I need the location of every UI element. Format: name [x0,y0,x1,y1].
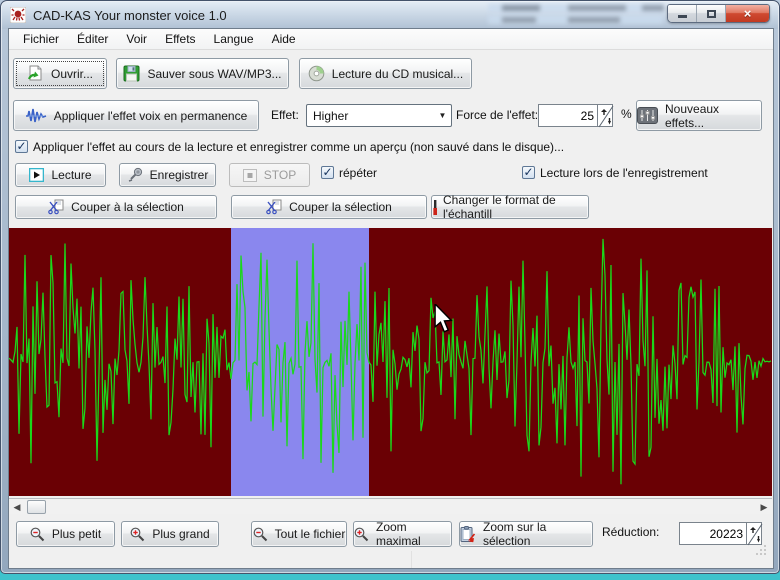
apply-effect-button[interactable]: Appliquer l'effet voix en permanence [13,100,259,131]
cd-play-button-label: Lecture du CD musical... [332,67,463,81]
effect-select[interactable]: Higher ▼ [306,104,452,127]
reduction-label: Réduction: [602,525,659,539]
preview-checkbox-label: Appliquer l'effet au cours de la lecture… [33,140,564,154]
stop-button: STOP [229,163,310,187]
effect-label: Effet: [271,108,299,122]
zoom-in-button[interactable]: Plus grand [121,521,219,547]
equalizer-icon [637,107,658,124]
scroll-left-icon[interactable]: ◀ [9,499,25,515]
save-button[interactable]: Sauver sous WAV/MP3... [116,58,289,89]
menu-aide[interactable]: Aide [263,30,305,48]
force-input[interactable] [538,104,597,127]
cut-to-selection-label: Couper à la sélection [71,200,184,214]
scroll-right-icon[interactable]: ▶ [756,499,772,515]
clipboard-arrow-icon [460,526,476,543]
close-button[interactable]: × [726,5,769,22]
save-button-label: Sauver sous WAV/MP3... [147,67,281,81]
magnifier-plus-icon [130,527,145,542]
repeat-checkbox-row[interactable]: ✓ répéter [321,166,377,180]
stop-icon [243,169,257,182]
cd-play-button[interactable]: Lecture du CD musical... [299,58,472,89]
app-window: CAD-KAS Your monster voice 1.0 × Fichier… [0,0,780,574]
maximize-button[interactable] [697,5,726,22]
voice-wave-icon [25,107,47,124]
save-disk-icon [123,65,140,82]
record-button-label: Enregistrer [150,168,209,182]
menu-effets[interactable]: Effets [156,30,204,48]
waveform-scrollbar[interactable]: ◀ ▶ [9,498,772,514]
chevron-down-icon: ▼ [434,111,451,120]
microphone-icon [127,167,143,183]
whole-file-label: Tout le fichier [275,527,346,541]
stop-button-label: STOP [264,168,296,182]
open-file-icon [27,65,44,83]
menu-voir[interactable]: Voir [117,30,156,48]
resize-grip[interactable] [755,543,767,561]
scrollbar-thumb[interactable] [27,500,46,514]
zoom-max-button[interactable]: Zoom maximal [353,521,452,547]
zoom-out-label: Plus petit [52,527,101,541]
whole-file-button[interactable]: Tout le fichier [251,521,347,547]
title-bar[interactable]: CAD-KAS Your monster voice 1.0 × [2,2,778,29]
record-button[interactable]: Enregistrer [119,163,216,187]
reduction-spinedit [679,522,762,545]
magnifier-plus-icon [354,527,369,542]
reduction-spinner-buttons[interactable] [746,522,762,545]
zoom-selection-button[interactable]: Zoom sur la sélection [459,521,593,547]
open-button[interactable]: Ouvrir... [13,58,107,89]
cd-icon [308,65,325,82]
background-window-blur [568,5,626,11]
minimize-button[interactable] [668,5,697,22]
magnifier-minus-icon [30,527,45,542]
play-button-label: Lecture [51,168,91,182]
force-spinedit [538,104,613,127]
apply-effect-button-label: Appliquer l'effet voix en permanence [54,109,248,123]
status-divider [411,551,412,568]
background-window-blur [642,5,664,11]
waveform-display[interactable] [9,228,772,496]
app-icon [10,7,26,23]
play-while-recording-checkbox-row[interactable]: ✓ Lecture lors de l'enregistrement [522,166,708,180]
window-title: CAD-KAS Your monster voice 1.0 [33,8,227,23]
background-window-blur [502,5,540,11]
maximize-icon [707,10,716,18]
play-button[interactable]: Lecture [15,163,106,187]
menu-fichier[interactable]: Fichier [14,30,68,48]
zoom-selection-label: Zoom sur la sélection [483,520,592,548]
effect-select-value: Higher [307,109,434,123]
minimize-icon [678,15,687,18]
play-while-recording-checkbox[interactable]: ✓ [522,166,535,179]
background-window-blur [502,17,536,23]
zoom-out-button[interactable]: Plus petit [16,521,115,547]
change-format-button[interactable]: Changer le format de l'échantill [431,195,589,219]
percent-label: % [621,107,632,121]
play-while-recording-label: Lecture lors de l'enregistrement [540,166,708,180]
magnifier-minus-icon [253,527,268,542]
zoom-in-label: Plus grand [152,527,209,541]
force-spinner-buttons[interactable] [597,104,613,127]
new-effects-button-label: Nouveaux effets... [665,102,761,130]
preview-checkbox-row[interactable]: ✓ Appliquer l'effet au cours de la lectu… [15,140,564,154]
repeat-checkbox[interactable]: ✓ [321,166,334,179]
reduction-input[interactable] [679,522,746,545]
zoom-max-label: Zoom maximal [376,520,451,548]
scissors-page-icon [266,199,282,215]
scissors-page-icon [48,199,64,215]
preview-checkbox[interactable]: ✓ [15,140,28,153]
new-effects-button[interactable]: Nouveaux effets... [636,100,762,131]
open-button-label: Ouvrir... [51,67,93,81]
repeat-checkbox-label: répéter [339,166,377,180]
menu-langue[interactable]: Langue [205,30,263,48]
cut-selection-label: Couper la sélection [289,200,392,214]
close-icon: × [744,7,752,20]
cut-selection-button[interactable]: Couper la sélection [231,195,427,219]
menu-bar: Fichier Éditer Voir Effets Langue Aide [9,29,773,50]
change-format-label: Changer le format de l'échantill [443,193,588,221]
force-label: Force de l'effet: [456,108,538,122]
cut-to-selection-button[interactable]: Couper à la sélection [15,195,217,219]
background-window-blur [568,17,620,23]
menu-editer[interactable]: Éditer [68,30,117,48]
sample-format-icon [432,199,439,216]
play-icon [29,168,44,182]
